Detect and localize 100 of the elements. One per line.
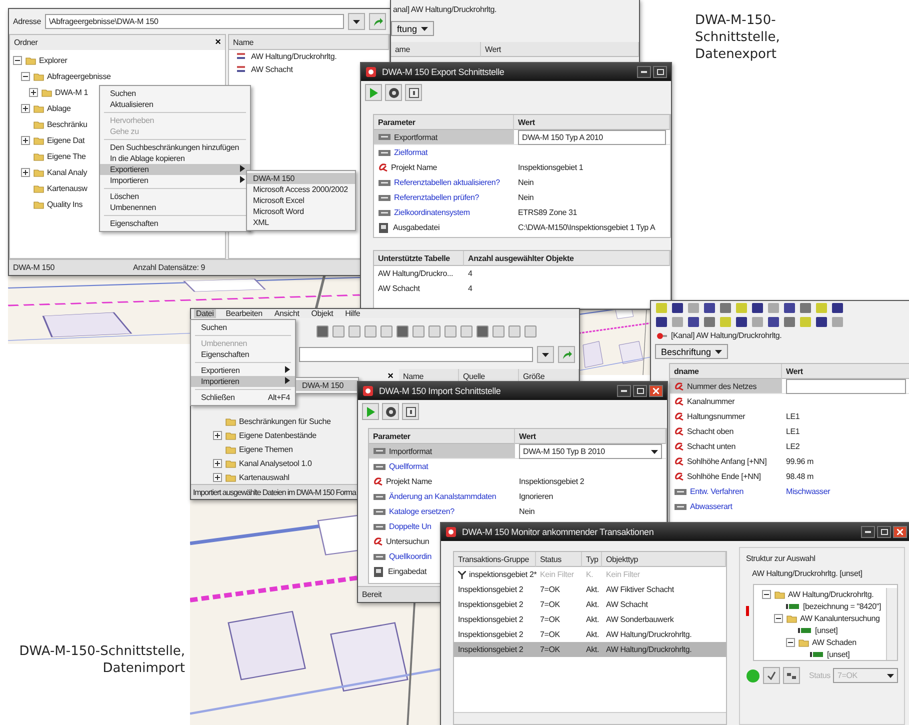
menu-item[interactable]: DWA-M 150 xyxy=(247,173,355,184)
help-button[interactable] xyxy=(405,84,422,101)
tree-item[interactable]: [bezeichnung = "8420"] xyxy=(774,600,882,612)
tree-item[interactable]: AW Haltung/Druckrohrltg. xyxy=(762,588,874,600)
parameter-row[interactable]: Sohlhöhe Ende [+NN] xyxy=(670,469,765,484)
menu-item[interactable]: Microsoft Excel xyxy=(247,195,355,206)
menu-item[interactable]: Importieren xyxy=(100,175,250,186)
menu-item[interactable]: Exportieren xyxy=(100,164,250,175)
parameter-row[interactable]: Kanalnummer xyxy=(670,394,739,409)
menu-item[interactable]: Den Suchbeschränkungen hinzufügen xyxy=(100,142,250,153)
expander-icon[interactable] xyxy=(774,614,783,622)
close-button[interactable]: × xyxy=(215,37,221,48)
expander-icon[interactable] xyxy=(21,104,30,112)
stop-button[interactable] xyxy=(382,403,399,420)
parameter-row[interactable]: Importformat xyxy=(369,444,515,459)
check-button[interactable] xyxy=(763,667,780,684)
tree-item[interactable]: Explorer xyxy=(13,52,68,68)
address-field[interactable] xyxy=(299,347,533,362)
parameter-row[interactable]: Doppelte Un xyxy=(369,519,436,534)
menu-item[interactable]: XML xyxy=(247,217,355,228)
menu-item[interactable]: Löschen xyxy=(100,191,250,202)
parameter-row[interactable]: Entw. Verfahren xyxy=(670,484,748,499)
maximize-button[interactable] xyxy=(633,385,647,397)
parameter-row[interactable]: Schacht oben xyxy=(670,424,738,439)
value-field[interactable]: DWA-M 150 Typ B 2010 xyxy=(519,444,662,458)
tree-item[interactable]: Kartenausw xyxy=(21,180,88,196)
link-button[interactable] xyxy=(783,667,800,684)
parameter-row[interactable]: Abwasserart xyxy=(670,499,736,514)
menu-item[interactable]: Umbenennen xyxy=(100,202,250,213)
expander-icon[interactable] xyxy=(213,430,222,440)
value-field[interactable]: DWA-M 150 Typ A 2010 xyxy=(518,130,666,144)
stop-button[interactable] xyxy=(385,84,402,101)
parameter-row[interactable]: Projekt Name xyxy=(374,160,442,175)
parameter-row[interactable]: Exportformat xyxy=(374,130,514,145)
close-button[interactable] xyxy=(893,526,907,538)
menu-item[interactable]: In die Ablage kopieren xyxy=(100,153,250,164)
expander-icon[interactable] xyxy=(21,72,30,80)
maximize-button[interactable] xyxy=(877,526,891,538)
tree-item[interactable]: Quality Ins xyxy=(21,196,83,212)
parameter-row[interactable]: Untersuchun xyxy=(369,534,434,549)
menu-item[interactable]: Suchen xyxy=(100,88,250,99)
menu-item[interactable]: Importieren xyxy=(191,376,295,387)
menu-item[interactable]: Exportieren xyxy=(191,365,295,376)
parameter-row[interactable]: Haltungsnummer xyxy=(670,409,750,424)
menu-item[interactable]: Eigenschaften xyxy=(100,218,250,229)
horizontal-scrollbar[interactable] xyxy=(454,712,726,724)
maximize-button[interactable] xyxy=(653,66,667,78)
menu-item[interactable]: DWA-M 150 xyxy=(296,380,358,391)
tree-item[interactable]: AW Kanaluntersuchung xyxy=(774,612,880,624)
tree-item[interactable]: AW Schaden xyxy=(786,636,856,648)
value-field[interactable] xyxy=(786,378,906,394)
parameter-row[interactable]: Quellformat xyxy=(369,459,432,474)
tree-item[interactable]: Beschränku xyxy=(21,116,88,132)
menu-item[interactable]: Schließen Alt+F4 xyxy=(191,392,295,403)
parameter-row[interactable]: Zielformat xyxy=(374,145,432,160)
tree-item[interactable]: Kanal Analy xyxy=(21,164,88,180)
address-field[interactable]: \Abfrageergebnisse\DWA-M 150 xyxy=(44,14,344,29)
label-button[interactable]: ftung xyxy=(391,21,434,36)
minimize-button[interactable] xyxy=(617,385,631,397)
menu-bar-item[interactable]: Bearbeiten xyxy=(224,309,264,318)
parameter-row[interactable]: Schacht unten xyxy=(670,439,740,454)
expander-icon[interactable] xyxy=(21,136,30,144)
dropdown-button[interactable] xyxy=(348,13,365,30)
label-button[interactable]: Beschriftung xyxy=(655,344,728,359)
tree-item[interactable]: Kanal Analysetool 1.0 xyxy=(213,456,312,470)
parameter-row[interactable]: Referenztabellen prüfen? xyxy=(374,190,484,205)
menu-bar-item[interactable]: Ansicht xyxy=(272,309,302,318)
tree-item[interactable]: Abfrageergebnisse xyxy=(21,68,111,84)
menu-bar-item[interactable]: Objekt xyxy=(309,309,336,318)
parameter-row[interactable]: Kataloge ersetzen? xyxy=(369,504,458,519)
parameter-row[interactable]: Ausgabedatei xyxy=(374,220,444,235)
minimize-button[interactable] xyxy=(861,526,875,538)
tree-item[interactable]: Ablage xyxy=(21,100,71,116)
parameter-row[interactable]: Eingabedat xyxy=(369,564,430,579)
menu-item[interactable]: Eigenschaften xyxy=(191,349,295,360)
close-button[interactable] xyxy=(649,385,663,397)
tree-item[interactable]: Eigene The xyxy=(21,148,86,164)
parameter-row[interactable]: Änderung an Kanalstammdaten xyxy=(369,489,500,504)
dropdown-button[interactable] xyxy=(537,346,554,363)
tree-item[interactable]: DWA-M 1 xyxy=(29,84,88,100)
tree-item[interactable]: Beschränkungen für Suche xyxy=(213,414,331,428)
parameter-row[interactable]: Zielkoordinatensystem xyxy=(374,205,474,220)
vertical-scrollbar[interactable] xyxy=(886,588,897,660)
expander-icon[interactable] xyxy=(13,56,22,64)
menu-item[interactable]: Aktualisieren xyxy=(100,99,250,110)
tree-item[interactable]: Eigene Themen xyxy=(213,442,293,456)
tree-item[interactable]: Eigene Datenbestände xyxy=(213,428,316,442)
parameter-row[interactable]: Nummer des Netzes xyxy=(670,379,782,394)
parameter-row[interactable]: Quellkoordin xyxy=(369,549,436,564)
close-button[interactable]: × xyxy=(386,371,395,382)
expander-icon[interactable] xyxy=(213,472,222,482)
help-button[interactable] xyxy=(402,403,419,420)
tree-item[interactable]: [unset] xyxy=(786,624,838,636)
expander-icon[interactable] xyxy=(762,590,771,598)
expander-icon[interactable] xyxy=(786,638,795,646)
menu-bar-item[interactable]: Datei xyxy=(194,309,216,318)
parameter-row[interactable]: Referenztabellen aktualisieren? xyxy=(374,175,504,190)
expander-icon[interactable] xyxy=(21,168,30,176)
expander-icon[interactable] xyxy=(213,458,222,468)
menu-item[interactable]: Microsoft Access 2000/2002 xyxy=(247,184,355,195)
